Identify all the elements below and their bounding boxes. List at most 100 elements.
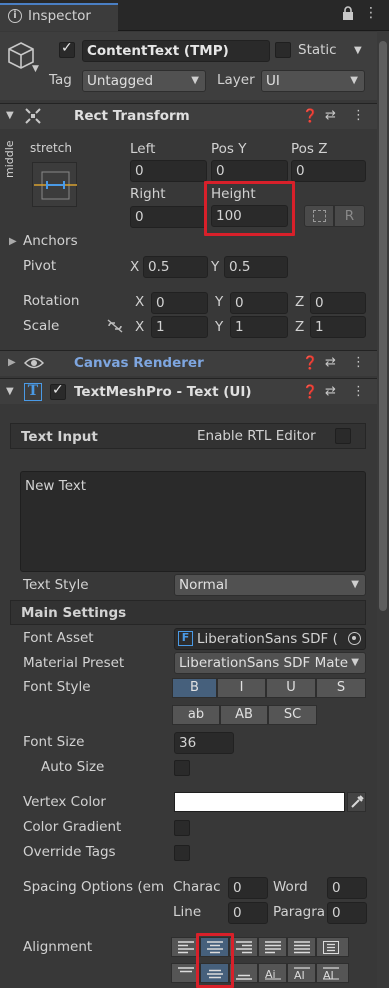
left-field[interactable]: 0 xyxy=(130,160,207,182)
anchor-top-label: stretch xyxy=(30,141,72,155)
font-asset-label: Font Asset xyxy=(23,630,94,646)
align-baseline-button[interactable]: Ai xyxy=(258,963,287,983)
paragra-label: Paragra xyxy=(273,904,326,920)
pivot-x-field[interactable]: 0.5 xyxy=(143,256,208,278)
word-spacing-field[interactable]: 0 xyxy=(327,877,367,899)
anchors-label[interactable]: Anchors xyxy=(23,233,78,249)
spacing-options-label: Spacing Options (em xyxy=(23,879,165,895)
font-asset-value: LiberationSans SDF ( xyxy=(197,631,338,647)
font-size-field[interactable]: 36 xyxy=(174,732,234,754)
scale-label: Scale xyxy=(23,318,60,334)
anchor-preset-button[interactable] xyxy=(32,162,77,207)
static-checkbox[interactable] xyxy=(275,42,291,58)
charac-label: Charac xyxy=(173,879,221,895)
font-asset-field[interactable]: F LiberationSans SDF ( xyxy=(174,628,366,650)
more-menu-icon[interactable]: ⋮ xyxy=(364,5,378,21)
material-preset-label: Material Preset xyxy=(23,655,125,671)
vertex-color-label: Vertex Color xyxy=(23,794,106,810)
eyedropper-icon[interactable] xyxy=(347,792,366,812)
raw-edit-label: R xyxy=(344,208,355,224)
material-preset-dropdown[interactable]: LiberationSans SDF Mate ▼ xyxy=(174,652,366,674)
line-label: Line xyxy=(173,904,202,920)
posz-label: Pos Z xyxy=(291,141,328,157)
strikethrough-button[interactable]: S xyxy=(316,678,366,698)
line-spacing-field[interactable]: 0 xyxy=(228,902,268,924)
canvas-renderer-title: Canvas Renderer xyxy=(74,355,204,371)
layer-label: Layer xyxy=(217,72,255,88)
text-style-dropdown[interactable]: Normal ▼ xyxy=(174,574,366,596)
scale-z-field[interactable]: 1 xyxy=(310,316,366,338)
scale-x-field[interactable]: 1 xyxy=(151,316,208,338)
align-justified-button[interactable] xyxy=(258,937,287,957)
tmp-enabled-checkbox[interactable] xyxy=(50,382,66,400)
constrain-proportions-icon[interactable] xyxy=(106,319,124,337)
scale-x-label: X xyxy=(135,319,145,335)
help-icon[interactable]: ❓ xyxy=(302,356,318,371)
scrollbar-track[interactable] xyxy=(377,31,389,988)
text-style-label: Text Style xyxy=(23,577,89,593)
underline-button[interactable]: U xyxy=(266,678,316,698)
anchors-foldout-icon[interactable]: ▶ xyxy=(9,236,17,247)
pivot-y-field[interactable]: 0.5 xyxy=(224,256,288,278)
object-picker-icon[interactable] xyxy=(348,632,361,645)
preset-icon[interactable]: ⇄ xyxy=(325,108,336,123)
layer-dropdown[interactable]: UI ▼ xyxy=(261,70,365,92)
tag-dropdown[interactable]: Untagged ▼ xyxy=(82,70,206,92)
scale-y-field[interactable]: 1 xyxy=(230,316,288,338)
component-menu-icon[interactable]: ⋮ xyxy=(352,355,365,370)
rot-y-field[interactable]: 0 xyxy=(230,292,288,314)
paragraph-spacing-field[interactable]: 0 xyxy=(327,902,367,924)
foldout-arrow-icon[interactable]: ▼ xyxy=(6,386,14,397)
uppercase-button[interactable]: AB xyxy=(220,705,268,725)
preset-icon[interactable]: ⇄ xyxy=(325,355,336,370)
rot-z-field[interactable]: 0 xyxy=(310,292,366,314)
eye-icon xyxy=(23,356,45,374)
scrollbar-thumb[interactable] xyxy=(379,41,387,611)
tag-value: Untagged xyxy=(87,73,154,89)
smallcaps-button[interactable]: SC xyxy=(268,705,317,725)
color-gradient-checkbox[interactable] xyxy=(174,820,190,836)
posz-field[interactable]: 0 xyxy=(291,160,366,182)
foldout-arrow-icon[interactable]: ▼ xyxy=(6,110,14,121)
lock-icon[interactable] xyxy=(342,6,354,24)
foldout-arrow-icon[interactable]: ▶ xyxy=(8,357,16,368)
active-checkbox[interactable] xyxy=(59,40,75,58)
text-area[interactable]: New Text xyxy=(20,471,366,572)
static-dropdown-icon[interactable]: ▼ xyxy=(354,45,362,56)
gameobject-name-field[interactable]: ContentText (TMP) xyxy=(82,40,270,62)
align-geometry-center-button[interactable] xyxy=(316,937,349,957)
chevron-down-icon[interactable]: ▼ xyxy=(32,64,39,74)
height-highlight xyxy=(204,181,295,236)
auto-size-label: Auto Size xyxy=(41,759,105,775)
textmeshpro-icon: T xyxy=(24,383,42,401)
blueprint-mode-button[interactable] xyxy=(304,205,334,227)
align-midline-button[interactable]: AI xyxy=(287,963,316,983)
vertex-color-swatch[interactable] xyxy=(174,792,345,812)
anchor-side-label: middle xyxy=(3,140,16,178)
character-spacing-field[interactable]: 0 xyxy=(228,877,268,899)
tab-inspector[interactable]: i Inspector xyxy=(0,3,118,31)
alignment-highlight xyxy=(196,933,234,988)
bold-button[interactable]: B xyxy=(172,678,217,698)
rtl-checkbox[interactable] xyxy=(335,428,351,444)
font-style-label: Font Style xyxy=(23,679,91,695)
posy-field[interactable]: 0 xyxy=(211,160,288,182)
pivot-x-label: X xyxy=(130,259,140,275)
main-settings-label: Main Settings xyxy=(21,605,127,621)
lowercase-button[interactable]: ab xyxy=(172,705,220,725)
align-capline-button[interactable]: AI xyxy=(316,963,349,983)
rot-x-field[interactable]: 0 xyxy=(151,292,208,314)
align-flush-button[interactable] xyxy=(287,937,316,957)
text-area-value: New Text xyxy=(25,478,87,494)
right-field[interactable]: 0 xyxy=(130,206,207,228)
italic-button[interactable]: I xyxy=(217,678,266,698)
component-menu-icon[interactable]: ⋮ xyxy=(352,384,365,399)
help-icon[interactable]: ❓ xyxy=(302,109,318,124)
help-icon[interactable]: ❓ xyxy=(302,385,318,400)
component-menu-icon[interactable]: ⋮ xyxy=(352,108,365,123)
raw-edit-button[interactable]: R xyxy=(334,205,365,227)
preset-icon[interactable]: ⇄ xyxy=(325,384,336,399)
auto-size-checkbox[interactable] xyxy=(174,760,190,776)
rect-transform-icon xyxy=(24,107,42,129)
override-tags-checkbox[interactable] xyxy=(174,845,190,861)
